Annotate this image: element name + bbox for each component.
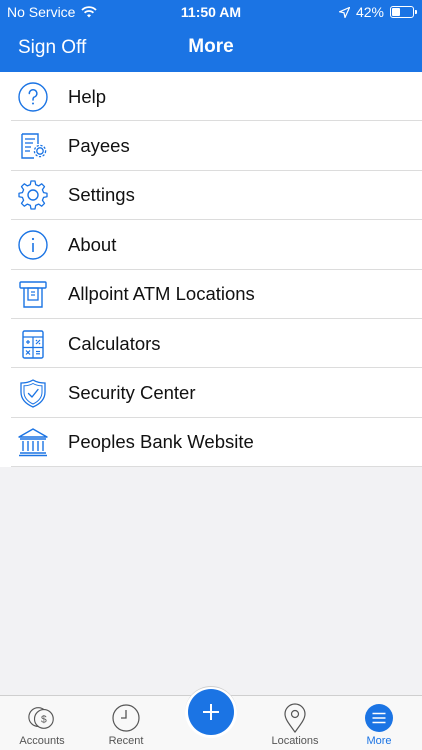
menu-item-peoples-bank-website[interactable]: Peoples Bank Website bbox=[0, 418, 422, 468]
tab-bar: $ Accounts Recent Locations More bbox=[0, 686, 422, 750]
tab-accounts[interactable]: $ Accounts bbox=[7, 696, 77, 750]
battery-icon bbox=[390, 6, 417, 18]
menu-lines-icon bbox=[364, 703, 394, 733]
tab-label: More bbox=[366, 735, 392, 747]
menu-item-label: About bbox=[68, 233, 117, 255]
tab-label: Locations bbox=[271, 735, 319, 747]
menu-item-calculators[interactable]: Calculators bbox=[0, 319, 422, 369]
menu-item-label: Allpoint ATM Locations bbox=[68, 283, 255, 305]
menu-item-label: Settings bbox=[68, 184, 135, 206]
bank-building-icon bbox=[16, 425, 50, 459]
location-pin-icon bbox=[280, 703, 310, 733]
tab-recent[interactable]: Recent bbox=[91, 696, 161, 750]
menu-item-label: Peoples Bank Website bbox=[68, 431, 254, 453]
menu-item-payees[interactable]: Payees bbox=[0, 121, 422, 172]
sign-off-button[interactable]: Sign Off bbox=[18, 37, 86, 59]
svg-text:$: $ bbox=[41, 715, 47, 726]
coins-icon: $ bbox=[27, 703, 57, 733]
gear-icon bbox=[16, 178, 50, 212]
tab-more[interactable]: More bbox=[344, 696, 414, 750]
atm-icon bbox=[16, 277, 50, 311]
location-arrow-icon bbox=[338, 6, 350, 18]
menu-item-settings[interactable]: Settings bbox=[0, 171, 422, 221]
menu-item-allpoint-atm-locations[interactable]: Allpoint ATM Locations bbox=[0, 270, 422, 320]
tab-locations[interactable]: Locations bbox=[260, 696, 330, 750]
plus-icon bbox=[203, 704, 219, 720]
battery-fill bbox=[392, 8, 401, 16]
menu-item-label: Calculators bbox=[68, 332, 161, 354]
menu-item-label: Payees bbox=[68, 135, 130, 157]
tab-label: Accounts bbox=[19, 735, 65, 747]
menu-item-label: Help bbox=[68, 85, 107, 107]
tab-label: Recent bbox=[108, 735, 144, 747]
status-bar: No Service 11:50 AM 42% bbox=[0, 0, 422, 24]
battery-percent: 42% bbox=[355, 4, 384, 20]
menu-item-about[interactable]: About bbox=[0, 220, 422, 270]
clock-icon bbox=[111, 703, 141, 733]
add-button[interactable] bbox=[188, 689, 234, 735]
menu-item-help[interactable]: Help bbox=[0, 72, 422, 122]
info-circle-icon bbox=[16, 228, 50, 262]
calculator-icon bbox=[16, 327, 50, 361]
shield-check-icon bbox=[16, 376, 50, 410]
menu-item-label: Security Center bbox=[68, 382, 196, 404]
payees-document-gear-icon bbox=[16, 129, 50, 163]
nav-bar: Sign Off More bbox=[0, 24, 422, 72]
status-right: 42% bbox=[338, 4, 417, 20]
more-menu-list: Help Payees Settings About Allpoint ATM … bbox=[0, 72, 422, 468]
help-circle-icon bbox=[16, 80, 50, 114]
menu-item-security-center[interactable]: Security Center bbox=[0, 368, 422, 419]
